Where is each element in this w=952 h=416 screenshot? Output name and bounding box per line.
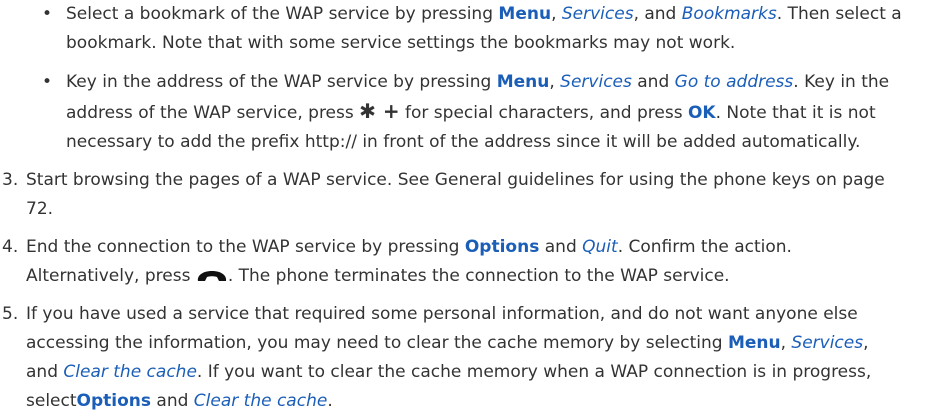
bullet-marker: • (42, 4, 53, 24)
menu-item-name: Services (561, 4, 634, 24)
step-text: If you have used a service that required… (26, 300, 947, 416)
softkey-label: Menu (496, 72, 550, 92)
text-line: Select a bookmark of the WAP service by … (66, 4, 902, 24)
text-line: selectOptions and Clear the cache. (26, 391, 333, 411)
text-line: and Clear the cache. If you want to clea… (26, 362, 872, 382)
menu-item-name: Quit (582, 237, 618, 257)
text-line: If you have used a service that required… (26, 304, 858, 324)
menu-item-name: Services (791, 333, 864, 353)
softkey-label: Options (464, 237, 540, 257)
text-line: End the connection to the WAP service by… (26, 237, 792, 257)
text-line: bookmark. Note that with some service se… (66, 33, 736, 53)
text-line: Start browsing the pages of a WAP servic… (26, 170, 885, 190)
step-number: 4. (2, 237, 19, 257)
menu-item-name: Bookmarks (681, 4, 777, 24)
step-number: 5. (2, 304, 19, 324)
text-line: Key in the address of the WAP service by… (66, 72, 890, 92)
bullet-text: Select a bookmark of the WAP service by … (66, 0, 948, 58)
star-plus-key-icon: ✱ + (359, 99, 400, 123)
bullet-marker: • (42, 72, 53, 92)
text-line: accessing the information, you may need … (26, 333, 869, 353)
bullet-text: Key in the address of the WAP service by… (66, 68, 948, 157)
softkey-label: Menu (727, 333, 781, 353)
text-line: necessary to add the prefix http:// in f… (66, 132, 861, 152)
menu-item-name: Go to address (674, 72, 794, 92)
softkey-label: Menu (498, 4, 552, 24)
step-text: Start browsing the pages of a WAP servic… (26, 166, 947, 224)
menu-item-name: Clear the cache (193, 391, 328, 411)
softkey-label: Options (76, 391, 151, 411)
text-line: address of the WAP service, press ✱ + fo… (66, 99, 876, 123)
menu-item-name: Services (560, 72, 632, 92)
step-text: End the connection to the WAP service by… (26, 233, 947, 291)
text-line: 72. (26, 199, 54, 219)
menu-item-name: Clear the cache (63, 362, 197, 382)
step-number: 3. (2, 170, 19, 190)
end-call-key-icon (197, 271, 226, 281)
softkey-label: OK (687, 103, 716, 123)
text-line: Alternatively, press . The phone termina… (26, 266, 730, 286)
